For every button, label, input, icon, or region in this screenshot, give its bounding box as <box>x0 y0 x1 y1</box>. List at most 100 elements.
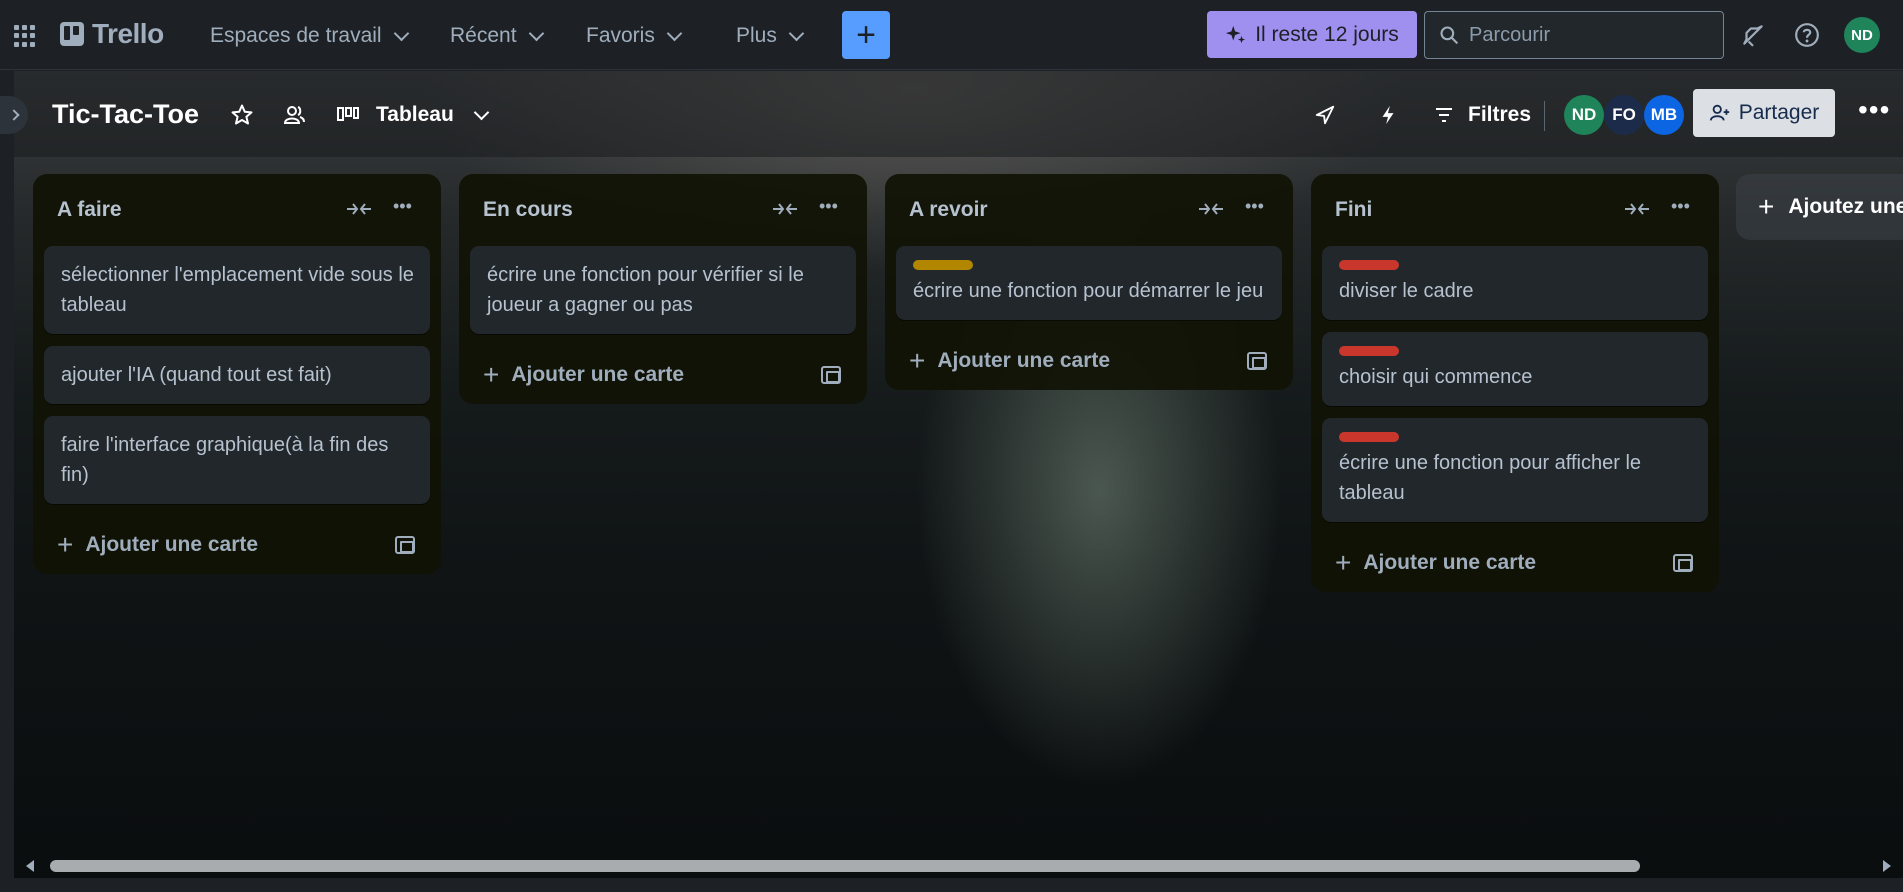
chevron-down-icon <box>473 104 490 120</box>
list-title[interactable]: A revoir <box>909 198 988 222</box>
card-label[interactable] <box>1339 346 1399 356</box>
member-initials: MB <box>1650 105 1678 124</box>
card-title: écrire une fonction pour vérifier si le … <box>487 264 804 316</box>
scrollbar-thumb[interactable] <box>50 860 1640 872</box>
menu-recent-label: Récent <box>450 24 517 47</box>
member-initials: FO <box>1612 105 1636 124</box>
add-card-button[interactable]: + Ajouter une carte <box>1311 534 1719 592</box>
search-input[interactable] <box>1469 23 1709 47</box>
star-button[interactable] <box>230 98 254 132</box>
filters-button[interactable]: Filtres <box>1434 98 1531 132</box>
menu-favorites-label: Favoris <box>586 24 655 47</box>
help-icon <box>1795 23 1819 47</box>
filters-label: Filtres <box>1468 103 1532 126</box>
chevron-right-icon <box>8 109 20 121</box>
member-avatar[interactable]: FO <box>1604 95 1644 135</box>
list-title[interactable]: A faire <box>57 198 122 222</box>
menu-recent[interactable]: Récent <box>450 18 544 54</box>
card-label[interactable] <box>1339 432 1399 442</box>
card[interactable]: choisir qui commence <box>1322 332 1708 406</box>
scroll-left-arrow-icon[interactable] <box>26 860 34 872</box>
help-button[interactable] <box>1792 20 1822 50</box>
share-label: Partager <box>1738 101 1820 124</box>
list-done: Fini ••• diviser le cadre choisir qui co… <box>1311 174 1719 592</box>
view-switcher[interactable]: Tableau <box>336 98 490 132</box>
list-header: En cours ••• <box>459 174 867 246</box>
plus-icon: + <box>483 359 500 390</box>
automation-button[interactable] <box>1378 98 1398 132</box>
user-initials: ND <box>1851 26 1873 44</box>
card[interactable]: écrire une fonction pour afficher le tab… <box>1322 418 1708 522</box>
collapse-list-icon[interactable] <box>1623 200 1651 218</box>
card-label[interactable] <box>1339 260 1399 270</box>
card-title: écrire une fonction pour démarrer le jeu <box>913 280 1264 302</box>
bell-icon <box>1743 25 1763 47</box>
card[interactable]: diviser le cadre <box>1322 246 1708 320</box>
list-menu-icon[interactable]: ••• <box>1245 196 1264 217</box>
left-edge <box>0 71 14 892</box>
card[interactable]: écrire une fonction pour démarrer le jeu <box>896 246 1282 320</box>
menu-workspaces[interactable]: Espaces de travail <box>210 18 409 54</box>
member-initials: ND <box>1571 105 1597 124</box>
share-button[interactable]: Partager <box>1693 89 1835 137</box>
list-header: A faire ••• <box>33 174 441 246</box>
list-title[interactable]: Fini <box>1335 198 1372 222</box>
collapse-list-icon[interactable] <box>1197 200 1225 218</box>
notifications-button[interactable] <box>1738 20 1768 50</box>
chevron-down-icon <box>788 25 805 41</box>
collapse-list-icon[interactable] <box>345 200 373 218</box>
add-list-label: Ajoutez une <box>1788 195 1903 218</box>
app-name: Trello <box>92 18 164 49</box>
trial-button-label: Il reste 12 jours <box>1255 22 1399 46</box>
board-canvas: Tic-Tac-Toe Tableau Filtres ND FO MB Par… <box>14 71 1903 892</box>
list-menu-icon[interactable]: ••• <box>819 196 838 217</box>
card-template-icon[interactable] <box>1247 352 1267 370</box>
card[interactable]: faire l'interface graphique(à la fin des… <box>44 416 430 504</box>
user-avatar[interactable]: ND <box>1844 17 1880 53</box>
plus-icon: + <box>1758 191 1775 222</box>
create-button-label: + <box>856 16 876 54</box>
member-avatar[interactable]: MB <box>1644 95 1684 135</box>
card-template-icon[interactable] <box>1673 554 1693 572</box>
list-in-progress: En cours ••• écrire une fonction pour vé… <box>459 174 867 404</box>
add-card-button[interactable]: + Ajouter une carte <box>33 516 441 574</box>
card-template-icon[interactable] <box>395 536 415 554</box>
collapse-list-icon[interactable] <box>771 200 799 218</box>
power-ups-button[interactable] <box>1314 98 1336 132</box>
create-button[interactable]: + <box>842 11 890 59</box>
add-person-icon <box>1709 104 1729 121</box>
app-switcher-icon[interactable] <box>14 25 36 47</box>
trello-logo[interactable]: Trello <box>60 18 164 50</box>
list-header: Fini ••• <box>1311 174 1719 246</box>
card-label[interactable] <box>913 260 973 270</box>
menu-more[interactable]: Plus <box>736 18 805 54</box>
board-menu-button[interactable]: ••• <box>1858 93 1890 127</box>
board-title[interactable]: Tic-Tac-Toe <box>52 99 199 130</box>
trial-button[interactable]: Il reste 12 jours <box>1207 11 1417 58</box>
add-card-button[interactable]: + Ajouter une carte <box>885 332 1293 390</box>
card[interactable]: écrire une fonction pour vérifier si le … <box>470 246 856 334</box>
card[interactable]: sélectionner l'emplacement vide sous le … <box>44 246 430 334</box>
member-avatar[interactable]: ND <box>1564 95 1604 135</box>
menu-favorites[interactable]: Favoris <box>586 18 683 54</box>
search-icon <box>1440 26 1459 45</box>
card[interactable]: ajouter l'IA (quand tout est fait) <box>44 346 430 404</box>
list-menu-icon[interactable]: ••• <box>1671 196 1690 217</box>
lightning-icon <box>1382 105 1394 125</box>
add-list-button[interactable]: + Ajoutez une <box>1736 174 1903 240</box>
list-menu-icon[interactable]: ••• <box>393 196 412 217</box>
star-icon <box>231 104 253 125</box>
chevron-down-icon <box>666 25 683 41</box>
card-template-icon[interactable] <box>821 366 841 384</box>
add-card-label: Ajouter une carte <box>511 363 685 386</box>
horizontal-scrollbar[interactable] <box>14 854 1903 878</box>
add-card-button[interactable]: + Ajouter une carte <box>459 346 867 404</box>
search-box[interactable] <box>1424 11 1724 59</box>
visibility-button[interactable] <box>282 98 306 132</box>
card-title: ajouter l'IA (quand tout est fait) <box>61 364 332 386</box>
plus-icon: + <box>909 345 926 376</box>
board-header: Tic-Tac-Toe Tableau Filtres ND FO MB Par… <box>14 71 1903 157</box>
scroll-right-arrow-icon[interactable] <box>1883 860 1891 872</box>
card-title: écrire une fonction pour afficher le tab… <box>1339 452 1642 504</box>
list-title[interactable]: En cours <box>483 198 573 222</box>
